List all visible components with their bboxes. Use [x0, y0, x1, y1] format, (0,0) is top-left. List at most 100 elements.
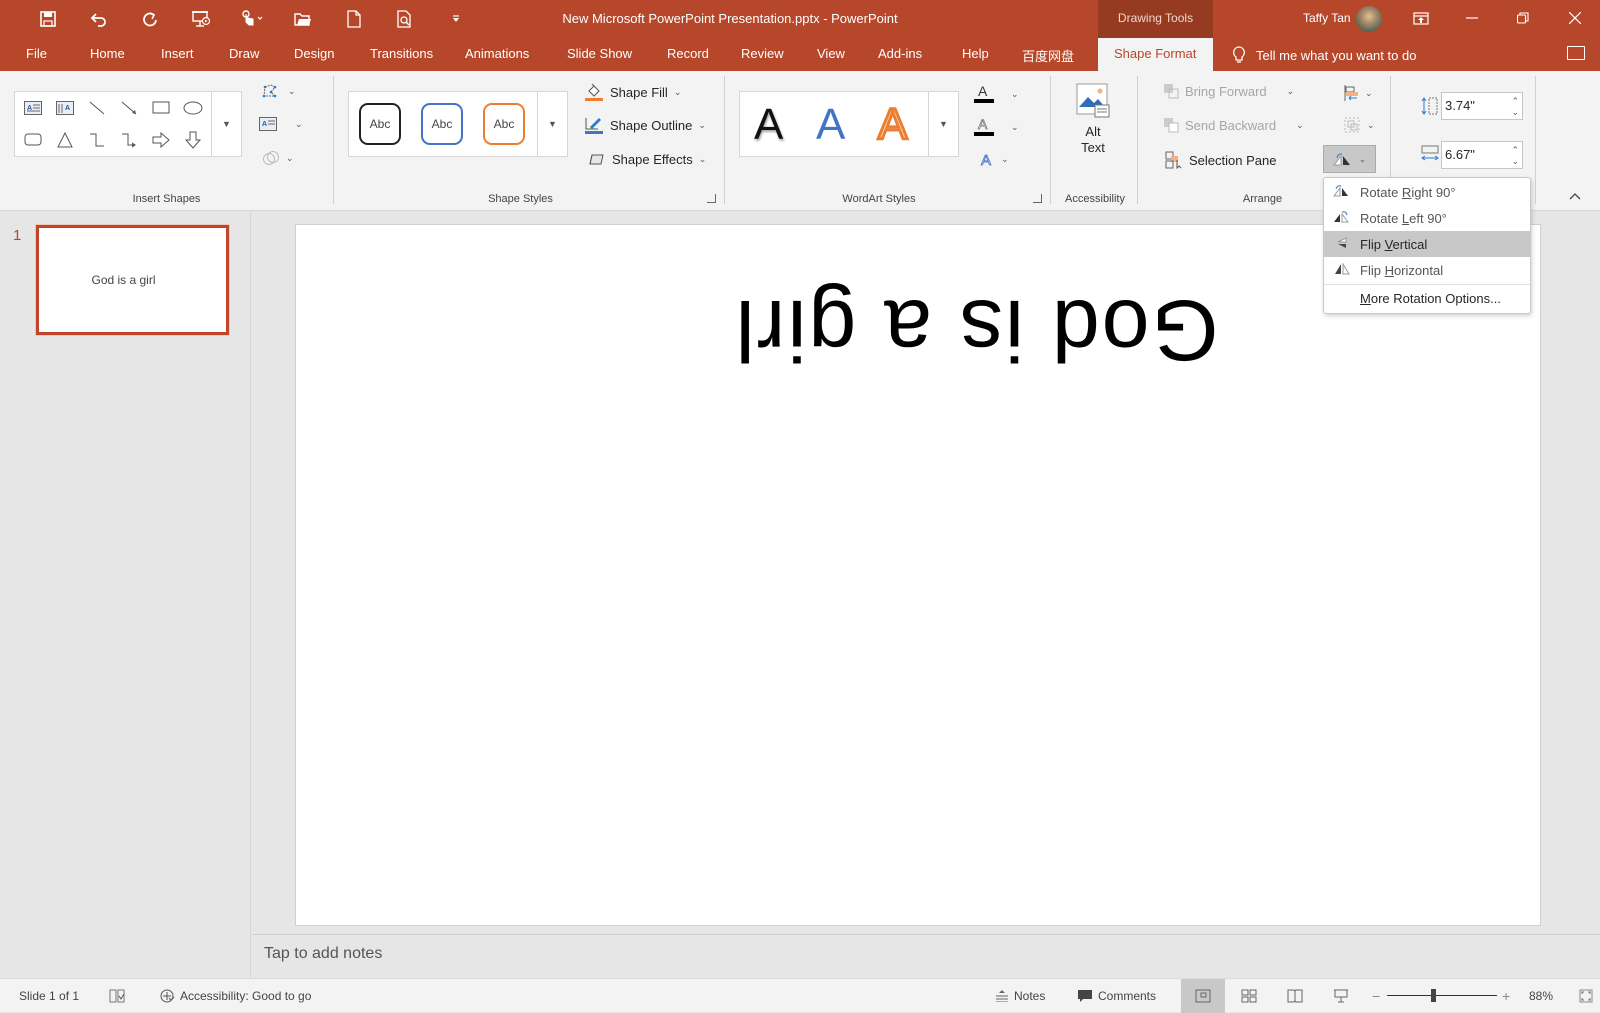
zoom-level[interactable]: 88%	[1529, 979, 1553, 1013]
shape-outline-button[interactable]: Shape Outline ⌄	[584, 115, 706, 135]
slide-thumbnail[interactable]: God is a girl	[36, 225, 229, 335]
avatar[interactable]	[1356, 6, 1382, 32]
tab-transitions[interactable]: Transitions	[370, 46, 433, 61]
tab-insert[interactable]: Insert	[161, 46, 194, 61]
shape-style-preset-2[interactable]: Abc	[421, 103, 463, 145]
slide-sorter-view-button[interactable]	[1231, 979, 1267, 1013]
rounded-rectangle-shape[interactable]	[22, 130, 44, 150]
wordart-styles-more-button[interactable]: ▼	[928, 92, 958, 156]
zoom-slider-track[interactable]	[1387, 995, 1497, 996]
spin-down-icon[interactable]: ⌄	[1511, 107, 1519, 117]
chevron-down-icon: ⌄	[286, 152, 294, 163]
bring-forward-button[interactable]: Bring Forward ⌄	[1163, 83, 1294, 99]
menu-item-flip-horizontal[interactable]: Flip Horizontal	[1324, 257, 1530, 283]
fit-slide-button[interactable]	[1579, 979, 1593, 1013]
tab-baidu-netdisk[interactable]: 百度网盘	[1022, 46, 1074, 65]
text-fill-button[interactable]: A ⌄	[973, 83, 1019, 105]
wordart-preset-blue[interactable]: A	[816, 103, 845, 147]
tab-review[interactable]: Review	[741, 46, 784, 61]
accessibility-status[interactable]: Accessibility: Good to go	[159, 979, 311, 1013]
down-arrow-shape[interactable]	[182, 130, 204, 150]
merge-shapes-button[interactable]: ⌄	[262, 150, 294, 166]
normal-view-button[interactable]	[1181, 979, 1225, 1013]
close-button[interactable]	[1560, 6, 1590, 30]
slide-text-box[interactable]: God is a girl	[726, 280, 1226, 379]
text-box-shape[interactable]: A	[22, 98, 44, 118]
shape-fill-button[interactable]: Shape Fill ⌄	[584, 82, 681, 102]
collapse-ribbon-button[interactable]	[1569, 189, 1581, 203]
arrow-line-shape[interactable]	[118, 98, 140, 118]
shape-width-input[interactable]: 6.67" ⌃ ⌄	[1441, 141, 1523, 169]
elbow-arrow-connector-shape[interactable]	[118, 130, 140, 150]
triangle-shape[interactable]	[54, 130, 76, 150]
group-objects-button[interactable]: ⌄	[1343, 116, 1375, 134]
tab-draw[interactable]: Draw	[229, 46, 259, 61]
tab-animations[interactable]: Animations	[465, 46, 529, 61]
comments-icon[interactable]	[1567, 46, 1585, 60]
tab-add-ins[interactable]: Add-ins	[878, 46, 922, 61]
shape-styles-dialog-launcher[interactable]	[707, 194, 716, 203]
wordart-preset-orange-outline[interactable]: A	[876, 101, 908, 148]
pen-outline-icon	[585, 118, 603, 134]
tab-home[interactable]: Home	[90, 46, 125, 61]
chevron-up-icon	[1569, 193, 1581, 200]
spell-check-icon	[109, 989, 125, 1003]
spin-up-icon[interactable]: ⌃	[1511, 96, 1519, 106]
slide-show-view-button[interactable]	[1323, 979, 1359, 1013]
zoom-slider-thumb[interactable]	[1431, 989, 1436, 1002]
restore-button[interactable]	[1508, 6, 1538, 30]
send-backward-button[interactable]: Send Backward ⌄	[1163, 117, 1304, 133]
text-outline-button[interactable]: A ⌄	[973, 116, 1019, 138]
right-arrow-shape[interactable]	[150, 130, 172, 150]
wordart-preset-black[interactable]: A	[754, 103, 783, 147]
zoom-in-button[interactable]: +	[1502, 979, 1510, 1013]
menu-item-rotate-left-90[interactable]: Rotate Left 90°	[1324, 205, 1530, 231]
shape-styles-more-button[interactable]: ▼	[537, 92, 567, 156]
shape-effects-button[interactable]: Shape Effects ⌄	[588, 151, 706, 167]
menu-item-more-rotation-options[interactable]: More Rotation Options...	[1324, 285, 1530, 311]
notes-toggle-button[interactable]: Notes	[995, 979, 1045, 1013]
alt-text-button[interactable]: Alt Text	[1072, 83, 1114, 156]
zoom-out-button[interactable]: −	[1372, 979, 1380, 1013]
ribbon-display-options-button[interactable]	[1406, 6, 1436, 30]
menu-item-rotate-right-90[interactable]: Rotate Right 90°	[1324, 179, 1530, 205]
reading-view-button[interactable]	[1277, 979, 1313, 1013]
shape-style-preset-3[interactable]: Abc	[483, 103, 525, 145]
line-shape[interactable]	[86, 98, 108, 118]
minimize-button[interactable]	[1457, 6, 1487, 30]
user-name[interactable]: Taffy Tan	[1303, 11, 1351, 25]
selection-pane-button[interactable]: Selection Pane	[1165, 151, 1276, 169]
oval-shape[interactable]	[182, 98, 204, 118]
rectangle-icon	[152, 101, 170, 114]
spin-up-icon[interactable]: ⌃	[1511, 145, 1519, 155]
tab-record[interactable]: Record	[667, 46, 709, 61]
flip-horizontal-icon	[1324, 261, 1360, 278]
text-effects-button[interactable]: A ⌄	[979, 151, 1009, 167]
tab-file[interactable]: File	[26, 46, 47, 61]
alt-text-label-2: Text	[1081, 140, 1105, 155]
spin-down-icon[interactable]: ⌄	[1511, 156, 1519, 166]
slide-canvas[interactable]: God is a girl	[295, 224, 1541, 926]
elbow-connector-shape[interactable]	[86, 130, 108, 150]
align-button[interactable]: ⌄	[1343, 84, 1373, 102]
tell-me-search[interactable]: Tell me what you want to do	[1232, 46, 1416, 64]
tab-shape-format[interactable]: Shape Format	[1098, 38, 1213, 71]
wordart-styles-dialog-launcher[interactable]	[1033, 194, 1042, 203]
tab-help[interactable]: Help	[962, 46, 989, 61]
edit-shape-button[interactable]: ⌄	[262, 83, 296, 99]
vertical-text-box-shape[interactable]: A	[54, 98, 76, 118]
rotate-objects-button[interactable]: ⌄	[1323, 145, 1376, 173]
shape-height-input[interactable]: 3.74" ⌃ ⌄	[1441, 92, 1523, 120]
tab-slide-show[interactable]: Slide Show	[567, 46, 632, 61]
shapes-gallery-more-button[interactable]: ▼	[211, 92, 241, 156]
tab-view[interactable]: View	[817, 46, 845, 61]
draw-text-box-button[interactable]: A ⌄	[259, 117, 303, 131]
shape-style-preset-1[interactable]: Abc	[359, 103, 401, 145]
slide-counter[interactable]: Slide 1 of 1	[19, 979, 79, 1013]
comments-toggle-button[interactable]: Comments	[1077, 979, 1156, 1013]
notes-pane[interactable]: Tap to add notes	[252, 934, 1600, 978]
menu-item-flip-vertical[interactable]: Flip Vertical	[1324, 231, 1530, 257]
rectangle-shape[interactable]	[150, 98, 172, 118]
spell-check-button[interactable]	[109, 979, 125, 1013]
tab-design[interactable]: Design	[294, 46, 334, 61]
